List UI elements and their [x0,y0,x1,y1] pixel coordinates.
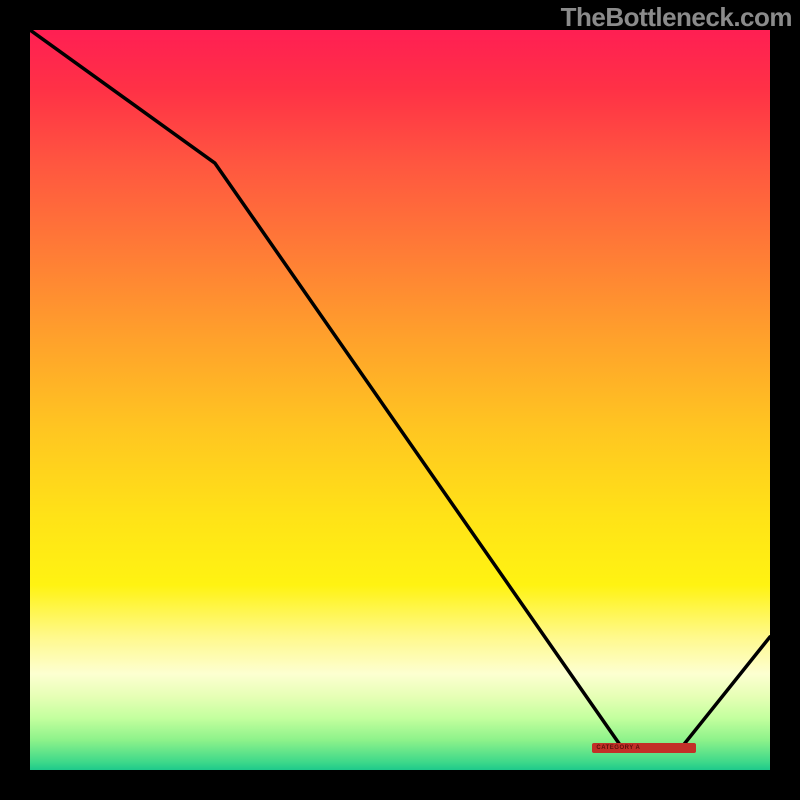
chart-curve [30,30,770,770]
chart-frame: TheBottleneck.com CATEGORY A [0,0,800,800]
chart-marker-label: CATEGORY A [596,745,640,751]
chart-plot-area: CATEGORY A [30,30,770,770]
watermark-text: TheBottleneck.com [561,2,792,33]
